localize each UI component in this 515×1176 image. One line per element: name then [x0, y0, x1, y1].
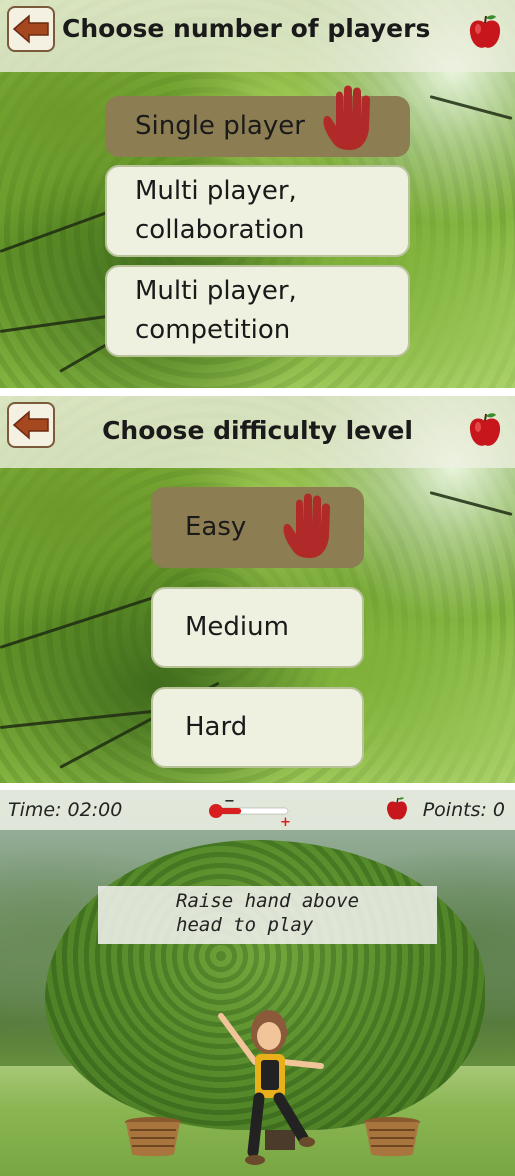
slider-minus: − — [224, 796, 235, 809]
option-hard[interactable]: Hard — [151, 687, 364, 768]
back-button[interactable] — [7, 6, 55, 52]
page-title: Choose difficulty level — [102, 416, 413, 445]
option-label: Single player — [135, 111, 305, 141]
basket-icon — [125, 1117, 181, 1157]
game-screen: Time: 02:00 − + Points: 0 Raise hand abo… — [0, 790, 515, 1176]
instruction-banner: Raise hand above head to play — [98, 886, 437, 944]
title-bar: Choose number of players — [0, 0, 515, 72]
back-arrow-icon — [12, 14, 49, 44]
slider-plus: + — [280, 815, 291, 826]
hand-icon — [283, 493, 330, 558]
player-avatar — [218, 1010, 324, 1165]
option-label: Medium — [185, 612, 289, 642]
option-label: Hard — [185, 712, 248, 742]
basket-icon — [364, 1117, 420, 1157]
apple-icon — [469, 413, 501, 446]
apple-icon — [387, 797, 407, 820]
option-label-line2: collaboration — [135, 215, 305, 245]
hand-icon — [323, 85, 370, 150]
apple-icon — [469, 15, 501, 48]
points-counter: Points: 0 — [422, 799, 505, 821]
hud-bar: Time: 02:00 − + Points: 0 — [0, 790, 515, 830]
option-label-line2: competition — [135, 315, 291, 345]
page-title: Choose number of players — [62, 14, 431, 43]
option-label-line1: Multi player, — [135, 276, 297, 306]
title-bar: Choose difficulty level — [0, 396, 515, 468]
difficulty-slider[interactable]: − + — [206, 796, 296, 826]
difficulty-screen: Choose difficulty level Easy Medium Hard — [0, 396, 515, 783]
option-label: Easy — [185, 512, 247, 542]
timer: Time: 02:00 — [8, 799, 123, 821]
option-multi-collaboration[interactable]: Multi player, collaboration — [105, 165, 410, 257]
option-medium[interactable]: Medium — [151, 587, 364, 668]
instruction-line1: Raise hand above — [176, 890, 360, 912]
instruction-line2: head to play — [176, 913, 314, 936]
option-multi-competition[interactable]: Multi player, competition — [105, 265, 410, 357]
players-screen: Choose number of players Single player M… — [0, 0, 515, 388]
option-label-line1: Multi player, — [135, 176, 297, 206]
